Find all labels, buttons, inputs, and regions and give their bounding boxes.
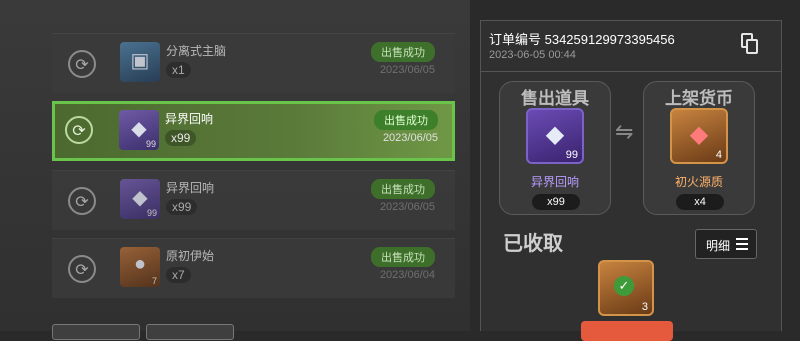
item-quantity: 99	[565, 149, 578, 161]
item-count: x1	[166, 62, 191, 78]
order-row-4[interactable]: ⟳ ● 7 原初伊始 x7 出售成功 2023/06/04	[52, 238, 455, 298]
item-thumbnail: ◆ 99	[120, 179, 160, 219]
device-icon: ▣	[130, 50, 150, 72]
item-quantity: 3	[641, 301, 648, 313]
listed-item-count: x4	[676, 194, 724, 210]
thumbnail-quantity: 99	[145, 139, 156, 149]
sold-item-name: 异界回响	[530, 175, 579, 189]
sold-item-count: x99	[532, 194, 580, 210]
order-date: 2023/06/05	[379, 201, 435, 213]
received-label: 已收取	[503, 233, 563, 255]
divider	[481, 71, 781, 72]
crystal-icon: ◆	[132, 187, 148, 209]
planet-icon: ●	[133, 253, 147, 275]
order-row-3[interactable]: ⟳ ◆ 99 异界回响 x99 出售成功 2023/06/05	[52, 170, 455, 230]
swap-icon: ⟳	[68, 255, 96, 283]
ruby-icon: ◆	[689, 121, 709, 148]
sold-item-icon-box[interactable]: ◆ 99	[526, 108, 584, 164]
status-badge: 出售成功	[371, 179, 435, 199]
sold-title: 售出道具	[521, 89, 589, 108]
sold-item-card: 售出道具 ◆ 99 异界回响 x99	[499, 81, 611, 215]
order-date: 2023/06/05	[382, 132, 438, 144]
listed-item-icon-box[interactable]: ◆ 4	[670, 108, 728, 164]
item-name: 异界回响	[165, 112, 214, 126]
received-item[interactable]: ◆ ✓ 3	[598, 260, 654, 316]
listed-title: 上架货币	[665, 89, 733, 108]
thumbnail-quantity: 7	[151, 276, 157, 286]
order-date: 2023/06/05	[379, 64, 435, 76]
listed-item-name: 初火源质	[674, 175, 723, 189]
item-thumbnail: ▣	[120, 42, 160, 82]
crystal-icon: ◆	[131, 118, 147, 140]
exchange-arrow-icon: ⇋	[615, 119, 634, 144]
check-icon: ✓	[614, 276, 634, 296]
bottom-tab[interactable]	[52, 324, 140, 340]
crystal-icon: ◆	[545, 121, 565, 148]
copy-icon[interactable]	[741, 33, 759, 55]
swap-icon: ⟳	[68, 187, 96, 215]
item-quantity: 4	[715, 149, 722, 161]
status-badge: 出售成功	[374, 110, 438, 130]
status-badge: 出售成功	[371, 247, 435, 267]
order-detail-panel: 订单编号 534259129973395456 2023-06-05 00:44…	[480, 20, 782, 341]
item-thumbnail: ● 7	[120, 247, 160, 287]
item-count: x99	[165, 130, 197, 146]
status-badge: 出售成功	[371, 42, 435, 62]
swap-icon: ⟳	[68, 50, 96, 78]
order-number: 订单编号 534259129973395456	[489, 32, 675, 47]
order-row-2[interactable]: ⟳ ◆ 99 异界回响 x99 出售成功 2023/06/05	[52, 101, 455, 161]
swap-icon: ⟳	[65, 116, 93, 144]
item-count: x99	[166, 199, 198, 215]
item-name: 分离式主脑	[166, 44, 227, 58]
action-button[interactable]	[581, 321, 673, 341]
order-date: 2023/06/04	[379, 269, 435, 281]
menu-icon	[736, 238, 748, 250]
listed-currency-card: 上架货币 ◆ 4 初火源质 x4	[643, 81, 755, 215]
item-count: x7	[166, 267, 191, 283]
detail-button-label: 明细	[706, 239, 731, 253]
item-name: 异界回响	[166, 181, 215, 195]
bottom-tab[interactable]	[146, 324, 234, 340]
order-time: 2023-06-05 00:44	[489, 49, 576, 61]
thumbnail-quantity: 99	[146, 208, 157, 218]
item-thumbnail: ◆ 99	[119, 110, 159, 150]
item-name: 原初伊始	[166, 249, 215, 263]
detail-button[interactable]: 明细	[695, 229, 757, 259]
order-row-1[interactable]: ⟳ ▣ 分离式主脑 x1 出售成功 2023/06/05	[52, 33, 455, 93]
